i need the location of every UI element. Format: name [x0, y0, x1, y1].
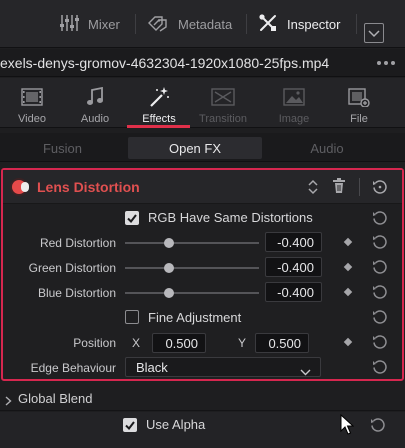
tab-audio-label: Audio: [80, 113, 110, 125]
metadata-button[interactable]: Metadata: [147, 0, 232, 48]
panel-collapse-button[interactable]: [364, 23, 384, 43]
mixer-button[interactable]: Mixer: [59, 0, 120, 48]
transition-icon: [211, 84, 235, 110]
reset-fine-icon[interactable]: [372, 309, 388, 325]
effect-header: Lens Distortion: [3, 170, 402, 204]
position-x-input[interactable]: 0.500: [152, 333, 206, 353]
blue-distortion-input[interactable]: -0.400: [265, 282, 322, 302]
tab-image[interactable]: Image: [262, 78, 326, 128]
reset-position-icon[interactable]: [372, 334, 388, 350]
metadata-label: Metadata: [178, 16, 233, 32]
tab-audio[interactable]: Audio: [63, 78, 127, 128]
tab-file-label: File: [350, 113, 368, 125]
active-tab-indicator: [127, 125, 190, 128]
chevron-down-icon: [368, 26, 380, 41]
inspector-icon: [258, 13, 278, 36]
divider: [359, 178, 360, 196]
tab-transition[interactable]: Transition: [191, 78, 255, 128]
divider: [246, 14, 247, 34]
edge-behaviour-select[interactable]: Black: [125, 357, 321, 377]
inspector-tabs: Video Audio Effects Transition Image Fil…: [0, 78, 405, 128]
subtab-fusion[interactable]: Fusion: [0, 137, 125, 159]
image-icon: [283, 84, 305, 110]
lens-distortion-panel: Lens Distortion RGB Have Same Distortion…: [1, 168, 404, 381]
effects-subtabs: Fusion Open FX Audio: [0, 133, 405, 162]
use-alpha-label: Use Alpha: [146, 417, 206, 432]
divider: [135, 14, 136, 34]
rgb-same-label: RGB Have Same Distortions: [148, 210, 313, 225]
effect-enable-toggle[interactable]: [12, 180, 29, 194]
subtab-openfx[interactable]: Open FX: [128, 137, 262, 159]
position-label: Position: [73, 336, 116, 350]
green-distortion-handle[interactable]: [164, 263, 174, 273]
red-distortion-input[interactable]: -0.400: [265, 232, 322, 252]
global-blend-label: Global Blend: [18, 391, 93, 406]
chevron-down-icon: [300, 364, 311, 379]
keyframe-icon[interactable]: [343, 337, 353, 347]
inspector-label: Inspector: [287, 16, 341, 32]
keyframe-icon[interactable]: [343, 262, 353, 272]
blue-distortion-slider[interactable]: [125, 292, 259, 294]
divider: [356, 14, 357, 34]
use-alpha-row: Use Alpha: [0, 412, 405, 448]
reorder-icon[interactable]: [307, 178, 319, 199]
reset-alpha-icon[interactable]: [370, 417, 386, 433]
global-blend-section[interactable]: Global Blend: [0, 386, 405, 411]
file-icon: [347, 84, 371, 110]
blue-distortion-label: Blue Distortion: [37, 286, 116, 300]
tab-transition-label: Transition: [199, 113, 247, 125]
metadata-icon: [147, 14, 169, 35]
clip-name-bar: exels-denys-gromov-4632304-1920x1080-25f…: [0, 49, 405, 77]
tab-image-label: Image: [278, 113, 310, 125]
red-distortion-handle[interactable]: [164, 238, 174, 248]
mixer-icon: [59, 14, 79, 35]
green-distortion-label: Green Distortion: [28, 261, 116, 275]
keyframe-icon[interactable]: [343, 287, 353, 297]
fine-adjustment-checkbox[interactable]: [125, 310, 139, 324]
position-x-label: X: [132, 336, 141, 350]
more-icon[interactable]: [377, 49, 395, 77]
edge-behaviour-label: Edge Behaviour: [30, 361, 116, 375]
subtab-audio[interactable]: Audio: [264, 137, 390, 159]
reset-effect-icon[interactable]: [372, 179, 388, 195]
blue-distortion-handle[interactable]: [164, 288, 174, 298]
top-toolbar: Mixer Metadata Inspector: [0, 0, 405, 48]
use-alpha-checkbox[interactable]: [123, 418, 137, 432]
inspector-button[interactable]: Inspector: [258, 0, 340, 48]
tab-file[interactable]: File: [327, 78, 391, 128]
reset-blue-icon[interactable]: [372, 284, 388, 300]
mouse-cursor-icon: [340, 413, 355, 439]
red-distortion-label: Red Distortion: [39, 236, 116, 250]
rgb-same-checkbox[interactable]: [125, 211, 139, 225]
video-icon: [21, 84, 43, 110]
audio-icon: [86, 84, 104, 110]
reset-edge-icon[interactable]: [372, 359, 388, 375]
tab-video[interactable]: Video: [0, 78, 64, 128]
reset-red-icon[interactable]: [372, 234, 388, 250]
reset-rgb-same-icon[interactable]: [372, 210, 388, 226]
position-y-input[interactable]: 0.500: [255, 333, 309, 353]
effects-icon: [148, 84, 170, 110]
clip-filename: exels-denys-gromov-4632304-1920x1080-25f…: [0, 55, 330, 71]
reset-green-icon[interactable]: [372, 259, 388, 275]
green-distortion-slider[interactable]: [125, 267, 259, 269]
tab-video-label: Video: [18, 113, 46, 125]
tab-effects[interactable]: Effects: [127, 78, 191, 128]
keyframe-icon[interactable]: [343, 237, 353, 247]
position-y-label: Y: [238, 336, 247, 350]
green-distortion-input[interactable]: -0.400: [265, 257, 322, 277]
fine-adjustment-label: Fine Adjustment: [148, 310, 242, 325]
edge-behaviour-value: Black: [136, 359, 168, 375]
trash-icon[interactable]: [333, 178, 345, 197]
red-distortion-slider[interactable]: [125, 242, 259, 244]
tab-effects-label: Effects: [142, 113, 176, 125]
effect-title: Lens Distortion: [37, 179, 140, 195]
chevron-right-icon: [5, 394, 12, 409]
mixer-label: Mixer: [88, 16, 120, 32]
